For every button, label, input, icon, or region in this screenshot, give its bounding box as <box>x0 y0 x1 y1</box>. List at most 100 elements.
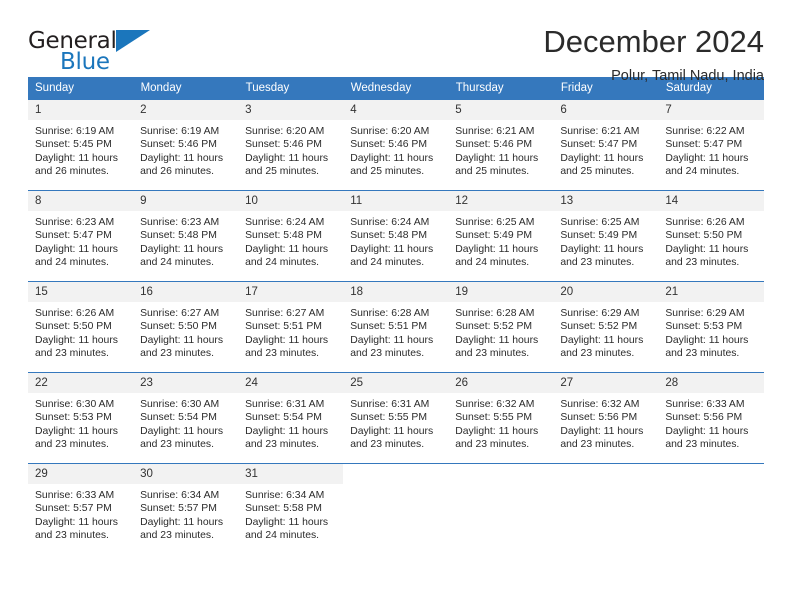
calendar-day-cell[interactable]: 10 Sunrise: 6:24 AM Sunset: 5:48 PM Dayligh… <box>238 190 344 282</box>
calendar-day-cell[interactable]: 13 Sunrise: 6:25 AM Sunset: 5:49 PM Dayligh… <box>553 190 659 282</box>
calendar-day-cell[interactable]: 1 Sunrise: 6:19 AM Sunset: 5:45 PM Daylight… <box>28 99 134 191</box>
day-number: 19 <box>448 282 554 302</box>
daylight-text-line2: and 24 minutes. <box>35 257 109 269</box>
daylight-text-line2: and 24 minutes. <box>665 166 740 178</box>
sunset-text: Sunset: 5:47 PM <box>35 230 112 242</box>
daylight-text-line2: and 23 minutes. <box>35 348 109 360</box>
daylight-text-line2: and 23 minutes. <box>140 348 214 360</box>
calendar-day-cell[interactable]: 3 Sunrise: 6:20 AM Sunset: 5:46 PM Daylight… <box>238 99 344 191</box>
sunrise-text: Sunrise: 6:19 AM <box>140 126 220 137</box>
calendar-day-cell[interactable]: 9 Sunrise: 6:23 AM Sunset: 5:48 PM Daylight… <box>133 190 239 282</box>
daylight-text-line1: Daylight: 11 hours <box>35 334 118 346</box>
calendar-day-cell[interactable]: 8 Sunrise: 6:23 AM Sunset: 5:47 PM Daylight… <box>28 190 134 282</box>
calendar-day-cell[interactable]: 19 Sunrise: 6:28 AM Sunset: 5:52 PM Dayligh… <box>448 281 554 373</box>
calendar-day-cell[interactable]: 14 Sunrise: 6:26 AM Sunset: 5:50 PM Dayligh… <box>658 190 764 282</box>
day-number: 6 <box>553 100 659 120</box>
day-number: 26 <box>448 373 554 393</box>
calendar-day-cell[interactable]: 26 Sunrise: 6:32 AM Sunset: 5:55 PM Dayligh… <box>448 372 554 464</box>
calendar-day-cell[interactable]: 23 Sunrise: 6:30 AM Sunset: 5:54 PM Dayligh… <box>133 372 239 464</box>
sunset-text: Sunset: 5:56 PM <box>560 412 638 424</box>
sunset-text: Sunset: 5:47 PM <box>665 139 743 151</box>
calendar-week-row: 22 Sunrise: 6:30 AM Sunset: 5:53 PM Dayligh… <box>28 372 764 464</box>
calendar-day-cell[interactable]: 2 Sunrise: 6:19 AM Sunset: 5:46 PM Daylight… <box>133 99 239 191</box>
daylight-text-line2: and 23 minutes. <box>665 439 740 451</box>
day-cell-inner: 18 Sunrise: 6:28 AM Sunset: 5:51 PM Dayligh… <box>343 282 449 372</box>
calendar-day-cell[interactable]: 11 Sunrise: 6:24 AM Sunset: 5:48 PM Dayligh… <box>343 190 449 282</box>
daylight-text-line1: Daylight: 11 hours <box>665 334 749 346</box>
day-number <box>553 464 659 484</box>
calendar-day-cell[interactable]: 22 Sunrise: 6:30 AM Sunset: 5:53 PM Dayligh… <box>28 372 134 464</box>
sunset-text: Sunset: 5:53 PM <box>665 321 743 333</box>
calendar-day-cell[interactable]: 25 Sunrise: 6:31 AM Sunset: 5:55 PM Dayligh… <box>343 372 449 464</box>
sunset-text: Sunset: 5:46 PM <box>140 139 217 151</box>
day-sun-info: Sunrise: 6:34 AM Sunset: 5:57 PM Daylight:… <box>133 484 238 543</box>
daylight-text-line2: and 23 minutes. <box>665 257 740 269</box>
calendar-day-cell[interactable]: 27 Sunrise: 6:32 AM Sunset: 5:56 PM Dayligh… <box>553 372 659 464</box>
calendar-day-cell[interactable]: 6 Sunrise: 6:21 AM Sunset: 5:47 PM Daylight… <box>553 99 659 191</box>
calendar-day-cell[interactable]: 4 Sunrise: 6:20 AM Sunset: 5:46 PM Daylight… <box>343 99 449 191</box>
daylight-text-line2: and 23 minutes. <box>560 439 635 451</box>
calendar-day-cell[interactable]: 16 Sunrise: 6:27 AM Sunset: 5:50 PM Dayligh… <box>133 281 239 373</box>
calendar-week-row: 29 Sunrise: 6:33 AM Sunset: 5:57 PM Dayligh… <box>28 463 764 554</box>
weekday-header-wednesday: Wednesday <box>343 77 449 100</box>
daylight-text-line2: and 23 minutes. <box>560 348 635 360</box>
day-sun-info: Sunrise: 6:30 AM Sunset: 5:53 PM Daylight:… <box>28 393 133 452</box>
day-sun-info: Sunrise: 6:19 AM Sunset: 5:46 PM Daylight:… <box>133 120 238 179</box>
calendar-day-cell[interactable]: 18 Sunrise: 6:28 AM Sunset: 5:51 PM Dayligh… <box>343 281 449 373</box>
calendar-day-cell <box>658 463 764 554</box>
sunrise-text: Sunrise: 6:24 AM <box>350 217 430 228</box>
calendar-day-cell[interactable]: 5 Sunrise: 6:21 AM Sunset: 5:46 PM Daylight… <box>448 99 554 191</box>
sunrise-text: Sunrise: 6:21 AM <box>455 126 535 137</box>
sunrise-text: Sunrise: 6:33 AM <box>35 490 115 501</box>
day-number: 31 <box>238 464 344 484</box>
calendar-day-cell[interactable]: 30 Sunrise: 6:34 AM Sunset: 5:57 PM Dayligh… <box>133 463 239 554</box>
daylight-text-line1: Daylight: 11 hours <box>350 152 434 164</box>
daylight-text-line2: and 23 minutes. <box>350 348 425 360</box>
weekday-header-monday: Monday <box>133 77 239 100</box>
sunrise-text: Sunrise: 6:25 AM <box>455 217 535 228</box>
day-cell-inner: 29 Sunrise: 6:33 AM Sunset: 5:57 PM Dayligh… <box>28 464 134 554</box>
sunset-text: Sunset: 5:47 PM <box>560 139 638 151</box>
calendar-day-cell[interactable]: 24 Sunrise: 6:31 AM Sunset: 5:54 PM Dayligh… <box>238 372 344 464</box>
calendar-day-cell[interactable]: 20 Sunrise: 6:29 AM Sunset: 5:52 PM Dayligh… <box>553 281 659 373</box>
sunrise-text: Sunrise: 6:30 AM <box>140 399 220 410</box>
calendar-day-cell[interactable]: 17 Sunrise: 6:27 AM Sunset: 5:51 PM Dayligh… <box>238 281 344 373</box>
sunset-text: Sunset: 5:52 PM <box>455 321 533 333</box>
calendar-day-cell[interactable]: 15 Sunrise: 6:26 AM Sunset: 5:50 PM Dayligh… <box>28 281 134 373</box>
calendar-day-cell <box>553 463 659 554</box>
sunset-text: Sunset: 5:57 PM <box>140 503 217 515</box>
day-sun-info: Sunrise: 6:27 AM Sunset: 5:51 PM Daylight:… <box>238 302 343 361</box>
daylight-text-line2: and 23 minutes. <box>245 439 320 451</box>
daylight-text-line1: Daylight: 11 hours <box>665 243 749 255</box>
day-sun-info: Sunrise: 6:25 AM Sunset: 5:49 PM Daylight:… <box>448 211 553 270</box>
calendar-day-cell[interactable]: 31 Sunrise: 6:34 AM Sunset: 5:58 PM Dayligh… <box>238 463 344 554</box>
daylight-text-line2: and 26 minutes. <box>35 166 109 178</box>
logo-word-blue: Blue <box>60 49 110 75</box>
day-cell-inner <box>658 464 764 554</box>
daylight-text-line1: Daylight: 11 hours <box>140 243 224 255</box>
day-cell-inner: 24 Sunrise: 6:31 AM Sunset: 5:54 PM Dayligh… <box>238 373 344 463</box>
sunrise-text: Sunrise: 6:31 AM <box>350 399 430 410</box>
calendar-day-cell[interactable]: 29 Sunrise: 6:33 AM Sunset: 5:57 PM Dayligh… <box>28 463 134 554</box>
calendar-day-cell[interactable]: 28 Sunrise: 6:33 AM Sunset: 5:56 PM Dayligh… <box>658 372 764 464</box>
day-number <box>343 464 449 484</box>
sunrise-text: Sunrise: 6:23 AM <box>35 217 115 228</box>
day-cell-inner: 5 Sunrise: 6:21 AM Sunset: 5:46 PM Daylight… <box>448 100 554 190</box>
day-number: 8 <box>28 191 134 211</box>
day-number: 20 <box>553 282 659 302</box>
sunrise-text: Sunrise: 6:32 AM <box>455 399 535 410</box>
daylight-text-line2: and 25 minutes. <box>350 166 425 178</box>
day-sun-info <box>448 484 553 489</box>
sunrise-text: Sunrise: 6:28 AM <box>350 308 430 319</box>
day-cell-inner: 28 Sunrise: 6:33 AM Sunset: 5:56 PM Dayligh… <box>658 373 764 463</box>
daylight-text-line1: Daylight: 11 hours <box>140 152 224 164</box>
day-number: 5 <box>448 100 554 120</box>
sunrise-text: Sunrise: 6:31 AM <box>245 399 325 410</box>
calendar-day-cell[interactable]: 12 Sunrise: 6:25 AM Sunset: 5:49 PM Dayligh… <box>448 190 554 282</box>
day-number <box>658 464 764 484</box>
calendar-day-cell[interactable]: 21 Sunrise: 6:29 AM Sunset: 5:53 PM Dayligh… <box>658 281 764 373</box>
daylight-text-line1: Daylight: 11 hours <box>245 425 329 437</box>
general-blue-logo[interactable]: General Blue <box>28 26 158 78</box>
calendar-day-cell[interactable]: 7 Sunrise: 6:22 AM Sunset: 5:47 PM Daylight… <box>658 99 764 191</box>
sunset-text: Sunset: 5:48 PM <box>140 230 217 242</box>
